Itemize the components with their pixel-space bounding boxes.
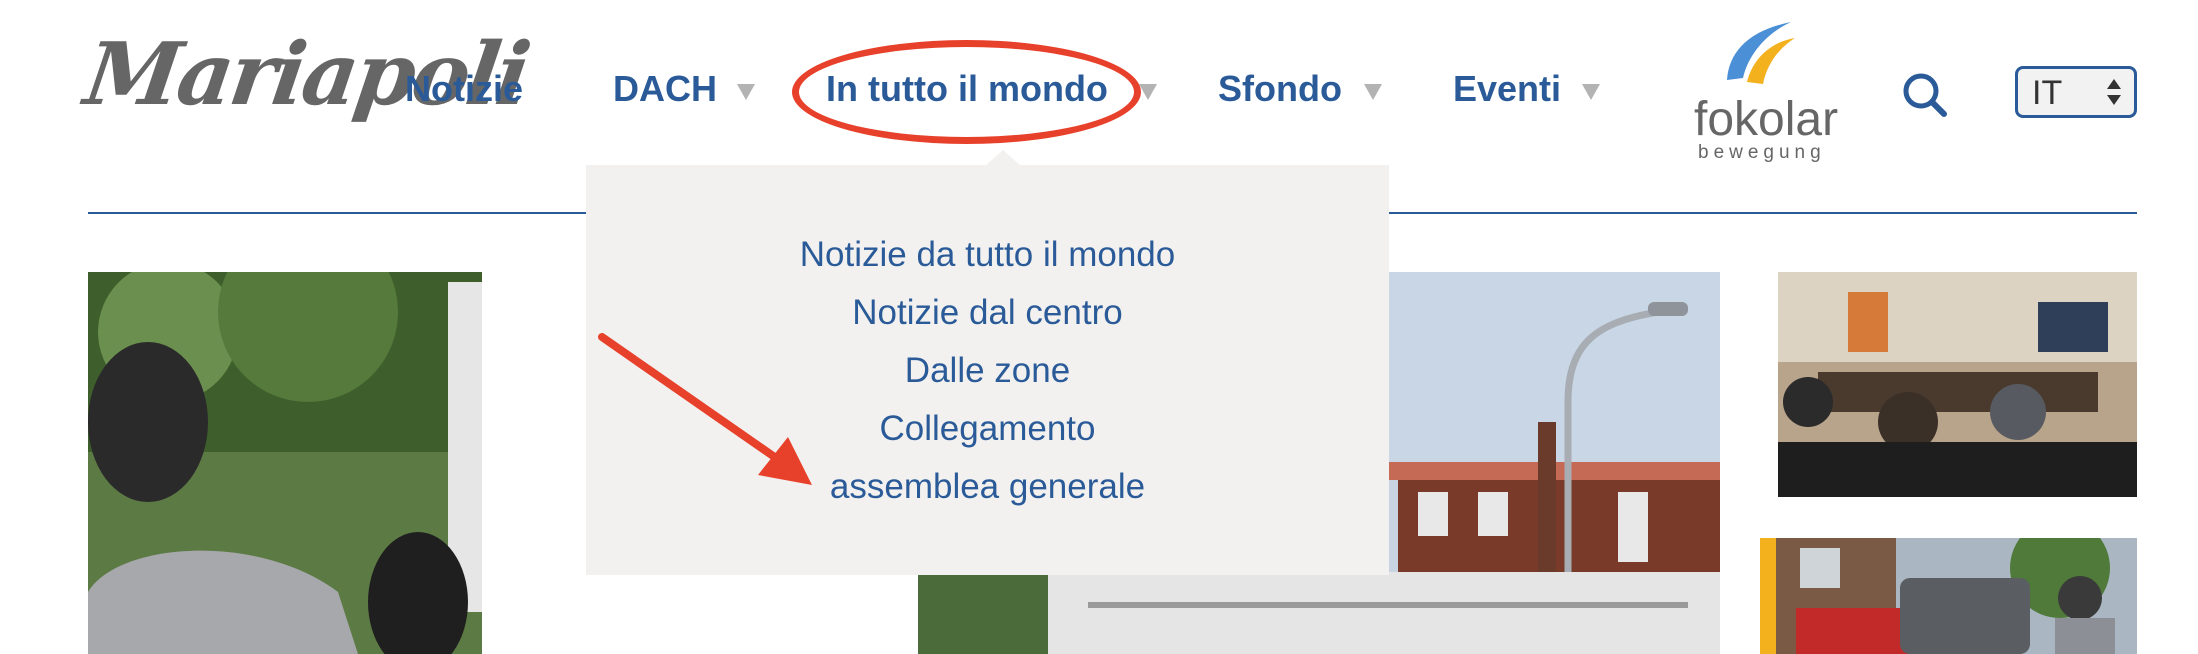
caret-down-icon[interactable] bbox=[1139, 84, 1157, 100]
dropdown-pointer bbox=[985, 150, 1021, 166]
language-select-value: IT bbox=[2032, 74, 2063, 112]
menu-item-notizie-da-tutto-il-mondo[interactable]: Notizie da tutto il mondo bbox=[586, 235, 1389, 275]
fokolar-brand-name[interactable]: fokolar bbox=[1694, 92, 1838, 147]
search-icon[interactable] bbox=[1900, 70, 1948, 118]
fokolar-logo-mark-icon bbox=[1727, 22, 1795, 84]
caret-down-icon[interactable] bbox=[737, 84, 755, 100]
news-photo-meeting[interactable] bbox=[1778, 272, 2137, 497]
updown-arrows-icon bbox=[2107, 79, 2121, 105]
highlight-ellipse bbox=[792, 40, 1141, 144]
nav-item-eventi[interactable]: Eventi bbox=[1453, 68, 1561, 110]
nav-item-dach[interactable]: DACH bbox=[613, 68, 717, 110]
language-select[interactable]: IT bbox=[2015, 66, 2137, 118]
news-photo-street[interactable] bbox=[1760, 538, 2137, 654]
fokolar-brand-sub: bewegung bbox=[1698, 142, 1826, 163]
nav-item-sfondo[interactable]: Sfondo bbox=[1218, 68, 1342, 110]
caret-down-icon[interactable] bbox=[1364, 84, 1382, 100]
caret-down-icon[interactable] bbox=[1582, 84, 1600, 100]
nav-item-notizie[interactable]: Notizie bbox=[405, 68, 523, 110]
annotation-arrow-icon bbox=[598, 333, 812, 485]
news-photo-crowd[interactable] bbox=[88, 272, 482, 654]
